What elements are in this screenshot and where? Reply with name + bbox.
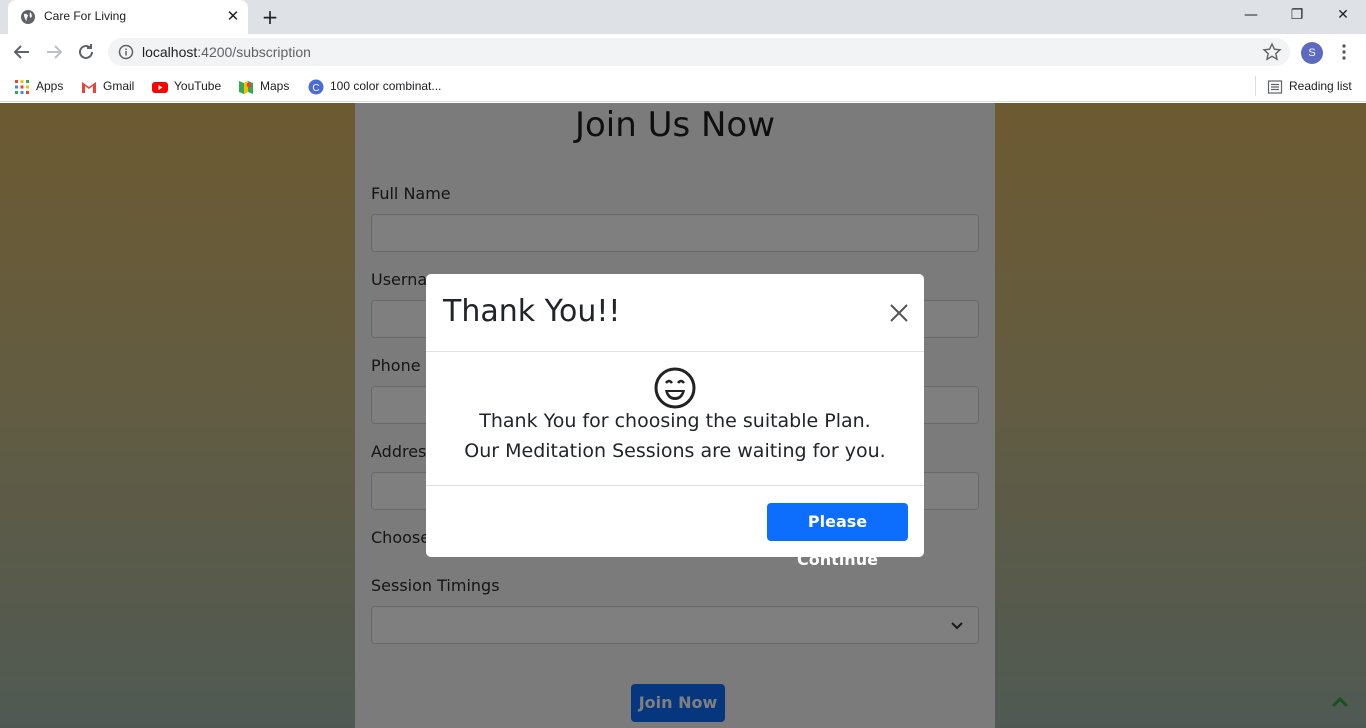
bookmarks-bar: Apps Gmail YouTube Maps C 100 color comb… (0, 70, 1366, 102)
tab-close-icon[interactable]: ✕ (224, 7, 242, 25)
site-info-icon[interactable] (118, 44, 134, 60)
please-continue-button[interactable]: Please Continue (767, 503, 908, 569)
modal-footer: Please Continue (426, 486, 924, 569)
reading-list-icon (1267, 80, 1283, 94)
modal-message-line-2: Our Meditation Sessions are waiting for … (464, 440, 886, 462)
minimize-icon[interactable]: — (1228, 0, 1274, 30)
profile-avatar[interactable]: S (1301, 42, 1323, 64)
bookmark-star-icon[interactable] (1262, 42, 1282, 62)
browser-menu-icon[interactable] (1334, 42, 1354, 62)
tab-title: Care For Living (44, 9, 127, 23)
modal-title: Thank You!! (443, 294, 621, 329)
reading-list-button[interactable]: Reading list (1267, 77, 1352, 95)
close-icon[interactable] (888, 302, 910, 324)
browser-tab-bar: Care For Living ✕ + — ❐ ✕ (0, 0, 1366, 34)
bookmark-label: Maps (260, 79, 290, 93)
youtube-icon (152, 81, 168, 93)
address-bar[interactable]: localhost:4200/subscription (108, 38, 1290, 66)
smiley-face-icon (654, 367, 696, 409)
bookmark-maps[interactable]: Maps (238, 77, 289, 95)
close-window-icon[interactable]: ✕ (1320, 0, 1366, 30)
back-icon[interactable] (10, 40, 34, 64)
reload-icon[interactable] (74, 40, 98, 64)
bookmark-label: Gmail (103, 79, 135, 93)
bookmark-color-combinations[interactable]: C 100 color combinat... (308, 77, 441, 95)
bookmark-apps[interactable]: Apps (14, 77, 63, 95)
maps-icon (239, 80, 253, 94)
url-text: localhost:4200/subscription (142, 44, 311, 60)
bookmark-label: 100 color combinat... (330, 79, 442, 93)
bookmark-gmail[interactable]: Gmail (81, 77, 134, 95)
globe-icon (21, 10, 35, 24)
modal-message-line-1: Thank You for choosing the suitable Plan… (479, 410, 871, 432)
modal-body: Thank You for choosing the suitable Plan… (426, 352, 924, 486)
bookmark-label: Apps (36, 79, 64, 93)
reading-list-label: Reading list (1289, 79, 1352, 93)
browser-tab[interactable]: Care For Living ✕ (8, 0, 248, 34)
apps-grid-icon (15, 79, 29, 94)
bookmark-label: YouTube (174, 79, 222, 93)
thank-you-modal: Thank You!! Thank You for choosing the s… (426, 274, 924, 569)
browser-toolbar: localhost:4200/subscription S (0, 34, 1366, 70)
restore-icon[interactable]: ❐ (1274, 0, 1320, 30)
svg-text:C: C (312, 83, 319, 94)
color-site-icon: C (308, 79, 324, 95)
bookmarks-divider (1255, 76, 1256, 96)
new-tab-icon[interactable]: + (258, 6, 282, 28)
gmail-icon (82, 81, 96, 93)
forward-icon[interactable] (42, 40, 66, 64)
bookmark-youtube[interactable]: YouTube (152, 77, 221, 95)
modal-header: Thank You!! (426, 274, 924, 352)
